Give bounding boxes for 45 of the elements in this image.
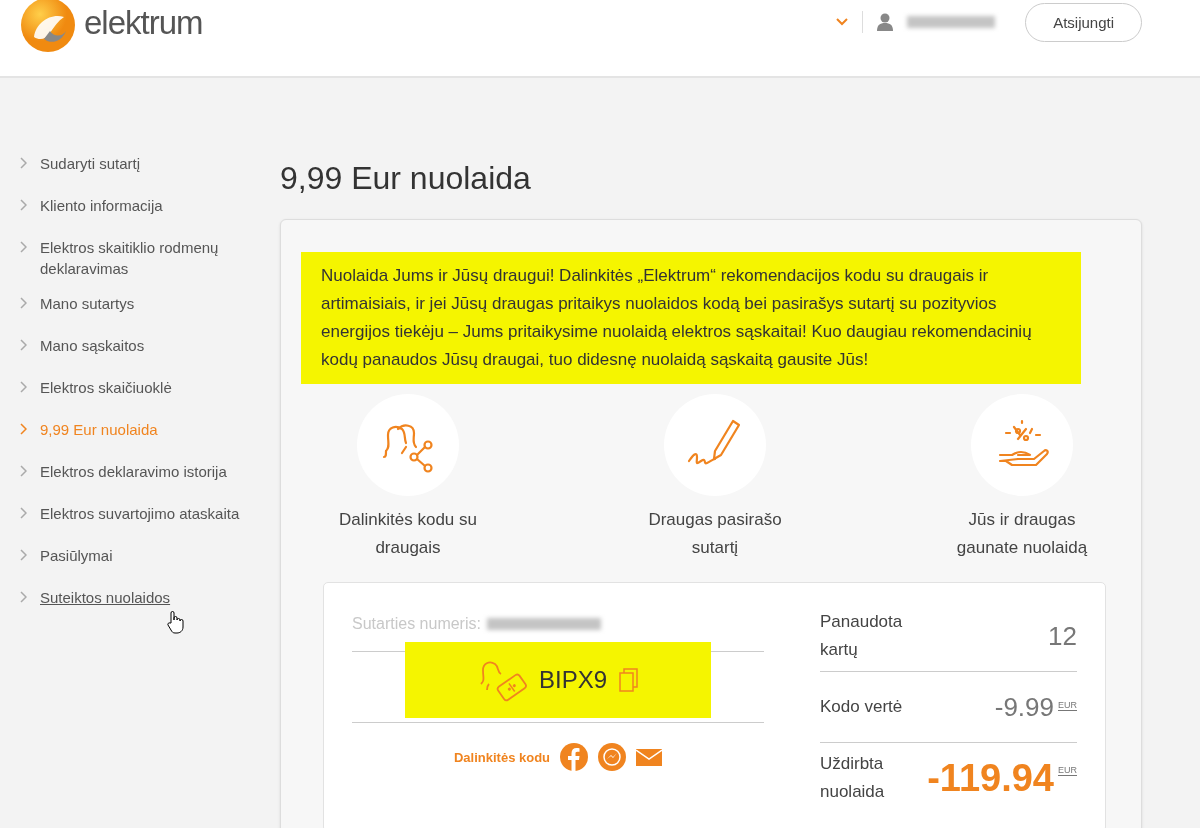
chevron-icon	[20, 423, 27, 435]
stat-value: 12	[1048, 620, 1077, 652]
sidebar-item[interactable]: Mano sutartys	[20, 286, 280, 328]
step-label: Draugas pasirašo sutartį	[647, 509, 783, 559]
chevron-icon	[20, 157, 27, 169]
stat-value: -9.99	[994, 691, 1054, 723]
logout-button[interactable]: Atsijungti	[1025, 2, 1142, 42]
referral-code: BIPX9	[538, 666, 607, 694]
sidebar-item[interactable]: Mano sąskaitos	[20, 328, 280, 370]
chevron-icon	[20, 297, 27, 309]
sidebar-item[interactable]: Elektros deklaravimo istorija	[20, 454, 280, 496]
intro-text: Nuolaida Jums ir Jūsų draugui! Dalinkitės „Elektrum“ rekomendacijos kodu su draugais ir artimaisiais, ir jei Jūsų draugas pritaikys nuolaidos kodą bei pasirašys sutartį su pozityvios energijos tiekėju – Jums pritaikysime nuolaidą elektros sąskaitai! Kuo daugiau rekomendacinių kodų panaudos Jūsų draugai, tuo didesnę nuolaidą sąskaitą gausite Jūs!	[301, 252, 1081, 384]
messenger-icon[interactable]	[598, 743, 627, 771]
step-label: Jūs ir draugas gaunate nuolaidą	[955, 509, 1089, 559]
chevron-icon	[20, 507, 27, 519]
sidebar-item[interactable]: Suteiktos nuolaidos	[20, 580, 280, 622]
chevron-icon	[20, 381, 27, 393]
chevron-icon	[20, 241, 27, 253]
share-label: Dalinkitės kodu	[453, 749, 551, 765]
copy-icon[interactable]	[619, 668, 639, 692]
sidebar-item[interactable]: Kliento informacija	[20, 188, 280, 230]
stat-label: Panaudota kartų	[820, 611, 904, 661]
sidebar-item[interactable]: Sudaryti sutartį	[20, 146, 280, 188]
chevron-icon	[20, 465, 27, 477]
chevron-icon	[20, 549, 27, 561]
chevron-icon	[20, 591, 27, 603]
chevron-icon	[20, 199, 27, 211]
facebook-icon[interactable]	[560, 743, 589, 771]
stat-value: -119.94	[927, 756, 1054, 800]
chevron-icon	[20, 339, 27, 351]
currency-unit: EUR	[1058, 764, 1077, 776]
hand-cursor-icon	[166, 610, 184, 634]
step-label: Dalinkitės kodu su draugais	[338, 509, 478, 559]
sidebar-item[interactable]: Pasiūlymai	[20, 538, 280, 580]
chevron-down-icon[interactable]	[836, 18, 849, 26]
stat-label: Uždirbta nuolaida	[820, 753, 886, 803]
stat-label: Kodo vertė	[820, 696, 904, 718]
sidebar-item[interactable]: Elektros suvartojimo ataskaita	[20, 496, 280, 538]
user-icon	[877, 13, 894, 31]
page-title: 9,99 Eur nuolaida	[280, 160, 532, 197]
sidebar-item[interactable]: Elektros skaitiklio rodmenų deklaravimas	[20, 230, 280, 286]
logo-text: elektrum	[84, 4, 203, 42]
currency-unit: EUR	[1058, 699, 1077, 711]
sidebar-item[interactable]: Elektros skaičiuoklė	[20, 370, 280, 412]
mail-icon[interactable]	[636, 747, 663, 767]
